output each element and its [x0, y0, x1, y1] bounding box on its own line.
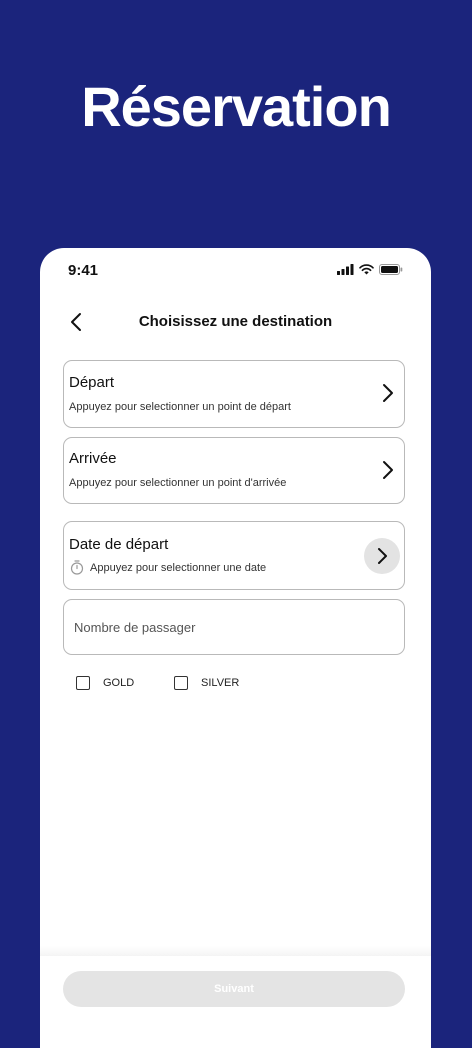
date-field[interactable]: Date de départ Appuyez pour selectionner… [63, 521, 405, 590]
navigation-bar: Choisissez une destination [40, 304, 431, 340]
date-title: Date de départ [69, 536, 169, 553]
status-bar: 9:41 [40, 248, 431, 294]
status-icons [337, 264, 403, 275]
departure-title: Départ [69, 374, 115, 391]
departure-field[interactable]: Départ Appuyez pour selectionner un poin… [63, 360, 405, 428]
phone-screen: 9:41 Choisissez une destination Départ A… [40, 248, 431, 1048]
gold-option[interactable]: GOLD [76, 676, 134, 690]
silver-label: SILVER [201, 677, 240, 689]
arrival-field[interactable]: Arrivée Appuyez pour selectionner un poi… [63, 437, 405, 504]
page-title: Choisissez une destination [138, 313, 333, 330]
chevron-right-icon [383, 461, 393, 479]
bottom-separator [40, 946, 431, 956]
hero-title: Réservation [81, 75, 392, 138]
chevron-right-icon [378, 548, 387, 564]
date-picker-button[interactable] [364, 538, 400, 574]
silver-checkbox[interactable] [174, 676, 188, 690]
chevron-right-icon [383, 384, 393, 402]
gold-label: GOLD [103, 677, 135, 689]
gold-checkbox[interactable] [76, 676, 90, 690]
wifi-icon [359, 264, 374, 275]
date-subtitle: Appuyez pour selectionner une date [90, 561, 267, 574]
battery-icon [379, 264, 403, 275]
next-button[interactable]: Suivant [63, 971, 405, 1007]
passenger-count-input[interactable] [63, 599, 405, 655]
departure-subtitle: Appuyez pour selectionner un point de dé… [69, 401, 291, 413]
date-subtitle-row: Appuyez pour selectionner une date [70, 560, 266, 575]
arrival-subtitle: Appuyez pour selectionner un point d'arr… [69, 477, 287, 489]
signal-icon [337, 264, 354, 275]
silver-option[interactable]: SILVER [174, 676, 239, 690]
arrival-title: Arrivée [69, 450, 117, 467]
status-time: 9:41 [68, 262, 99, 279]
timer-icon [70, 560, 84, 575]
